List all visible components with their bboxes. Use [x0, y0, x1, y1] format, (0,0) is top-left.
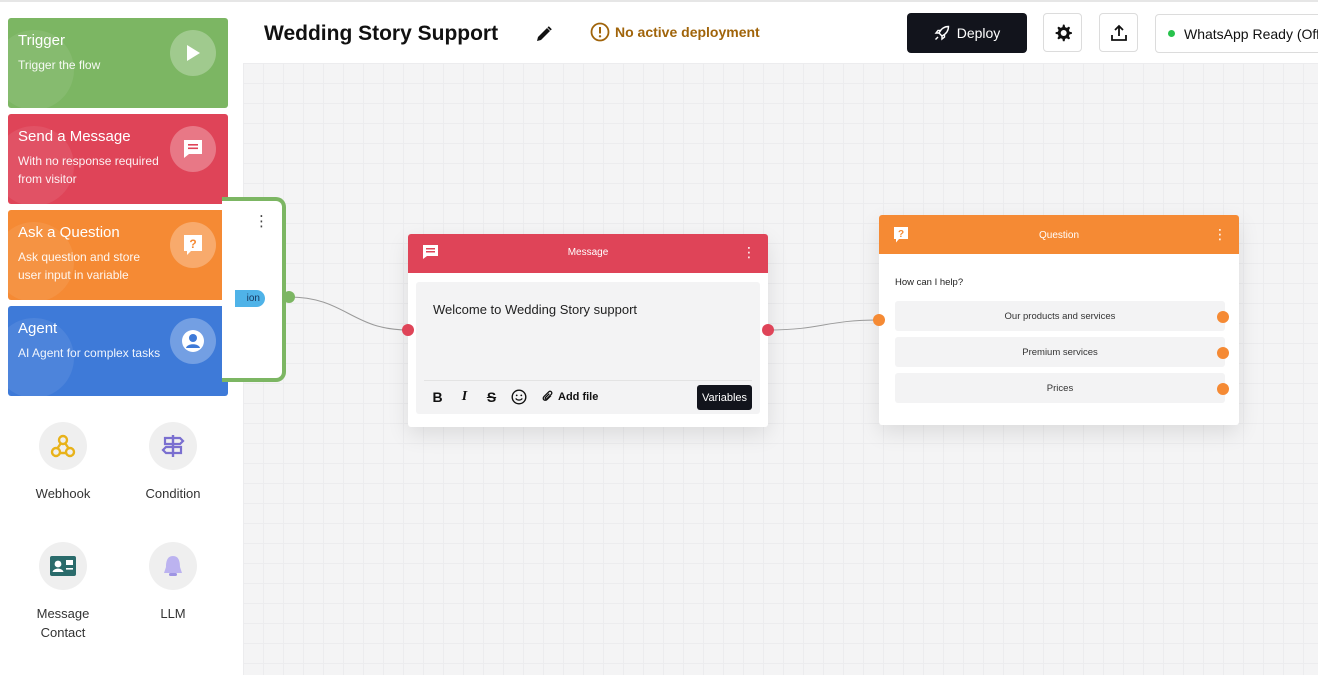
- settings-button[interactable]: [1043, 13, 1082, 52]
- variables-button[interactable]: Variables: [697, 385, 752, 410]
- block-title: Send a Message: [18, 128, 131, 145]
- question-icon: ?: [170, 222, 216, 268]
- trigger-node-tag: ion: [235, 290, 265, 307]
- trigger-node-menu-icon[interactable]: ⋮: [254, 214, 269, 229]
- message-node[interactable]: Message ⋮ Welcome to Wedding Story suppo…: [408, 234, 768, 427]
- question-option[interactable]: Prices: [895, 373, 1225, 403]
- block-send-message[interactable]: Send a Message With no response required…: [8, 114, 228, 204]
- question-input-handle[interactable]: [873, 314, 885, 326]
- warning-circle-icon: [590, 22, 610, 42]
- strikethrough-button[interactable]: S: [478, 384, 505, 410]
- user-icon: [170, 318, 216, 364]
- add-file-label: Add file: [558, 390, 599, 403]
- whatsapp-status-badge[interactable]: WhatsApp Ready (Off: [1155, 14, 1318, 53]
- export-button[interactable]: [1099, 13, 1138, 52]
- deployment-status-text: No active deployment: [615, 24, 760, 40]
- block-agent[interactable]: Agent AI Agent for complex tasks: [8, 306, 228, 396]
- block-title: Ask a Question: [18, 224, 120, 241]
- bell-icon: [149, 542, 197, 590]
- block-ask-question[interactable]: Ask a Question Ask question and store us…: [8, 210, 228, 300]
- editor-toolbar: B I S Add file Variables: [424, 380, 752, 412]
- connection-message-question: [767, 319, 880, 331]
- option-output-handle[interactable]: [1217, 347, 1229, 359]
- tool-message-contact[interactable]: Message Contact: [8, 542, 118, 642]
- message-text[interactable]: Welcome to Wedding Story support: [433, 302, 637, 317]
- message-node-header: Message ⋮: [408, 234, 768, 273]
- question-node-title: Question: [1038, 230, 1080, 241]
- play-icon: [170, 30, 216, 76]
- paperclip-icon: [542, 390, 553, 401]
- message-editor[interactable]: Welcome to Wedding Story support B I S A…: [416, 282, 760, 414]
- add-file-button[interactable]: Add file: [542, 390, 598, 403]
- tool-label: Condition: [145, 486, 201, 501]
- webhook-icon: [39, 422, 87, 470]
- message-icon: [170, 126, 216, 172]
- block-description: Trigger the flow: [18, 58, 101, 72]
- pencil-icon[interactable]: [535, 25, 553, 43]
- gear-icon: [1055, 24, 1072, 41]
- more-vertical-icon[interactable]: ⋮: [1213, 227, 1227, 241]
- block-description: Ask question and store user input in var…: [18, 250, 141, 282]
- message-input-handle[interactable]: [402, 324, 414, 336]
- status-dot-icon: [1168, 30, 1175, 37]
- italic-button[interactable]: I: [451, 384, 478, 410]
- page-title: Wedding Story Support: [264, 22, 499, 45]
- bold-button[interactable]: B: [424, 384, 451, 410]
- rocket-icon: [934, 25, 949, 41]
- tool-label: Message Contact: [36, 606, 90, 640]
- trigger-output-handle[interactable]: [283, 291, 295, 303]
- deploy-label: Deploy: [956, 25, 1001, 41]
- block-trigger[interactable]: Trigger Trigger the flow: [8, 18, 228, 108]
- block-title: Trigger: [18, 32, 65, 49]
- tool-llm[interactable]: LLM: [118, 542, 228, 623]
- sidebar: Trigger Trigger the flow Send a Message …: [0, 3, 243, 675]
- block-title: Agent: [18, 320, 58, 337]
- block-description: AI Agent for complex tasks: [18, 346, 161, 360]
- signpost-icon: [149, 422, 197, 470]
- question-option[interactable]: Premium services: [895, 337, 1225, 367]
- deployment-status: No active deployment: [590, 22, 760, 42]
- question-prompt[interactable]: How can I help?: [895, 277, 963, 288]
- whatsapp-status-text: WhatsApp Ready (Off: [1184, 25, 1318, 42]
- deploy-button[interactable]: Deploy: [907, 13, 1027, 53]
- tool-condition[interactable]: Condition: [118, 422, 228, 503]
- connection-trigger-message: [288, 296, 409, 331]
- tool-webhook[interactable]: Webhook: [8, 422, 118, 503]
- option-output-handle[interactable]: [1217, 311, 1229, 323]
- svg-text:?: ?: [189, 237, 196, 251]
- option-output-handle[interactable]: [1217, 383, 1229, 395]
- message-node-title: Message: [567, 247, 609, 258]
- block-description: With no response required from visitor: [18, 154, 159, 186]
- tool-label: LLM: [160, 606, 186, 621]
- more-vertical-icon[interactable]: ⋮: [742, 245, 756, 259]
- tool-label: Webhook: [35, 486, 91, 501]
- question-node-header: ? Question ⋮: [879, 215, 1239, 254]
- question-node[interactable]: ? Question ⋮ How can I help? Our product…: [879, 215, 1239, 425]
- contact-card-icon: [39, 542, 87, 590]
- question-option[interactable]: Our products and services: [895, 301, 1225, 331]
- flow-builder-app: Trigger Trigger the flow Send a Message …: [0, 0, 1318, 675]
- upload-icon: [1110, 24, 1127, 41]
- smile-icon: [510, 388, 527, 405]
- emoji-button[interactable]: [505, 384, 532, 410]
- message-output-handle[interactable]: [762, 324, 774, 336]
